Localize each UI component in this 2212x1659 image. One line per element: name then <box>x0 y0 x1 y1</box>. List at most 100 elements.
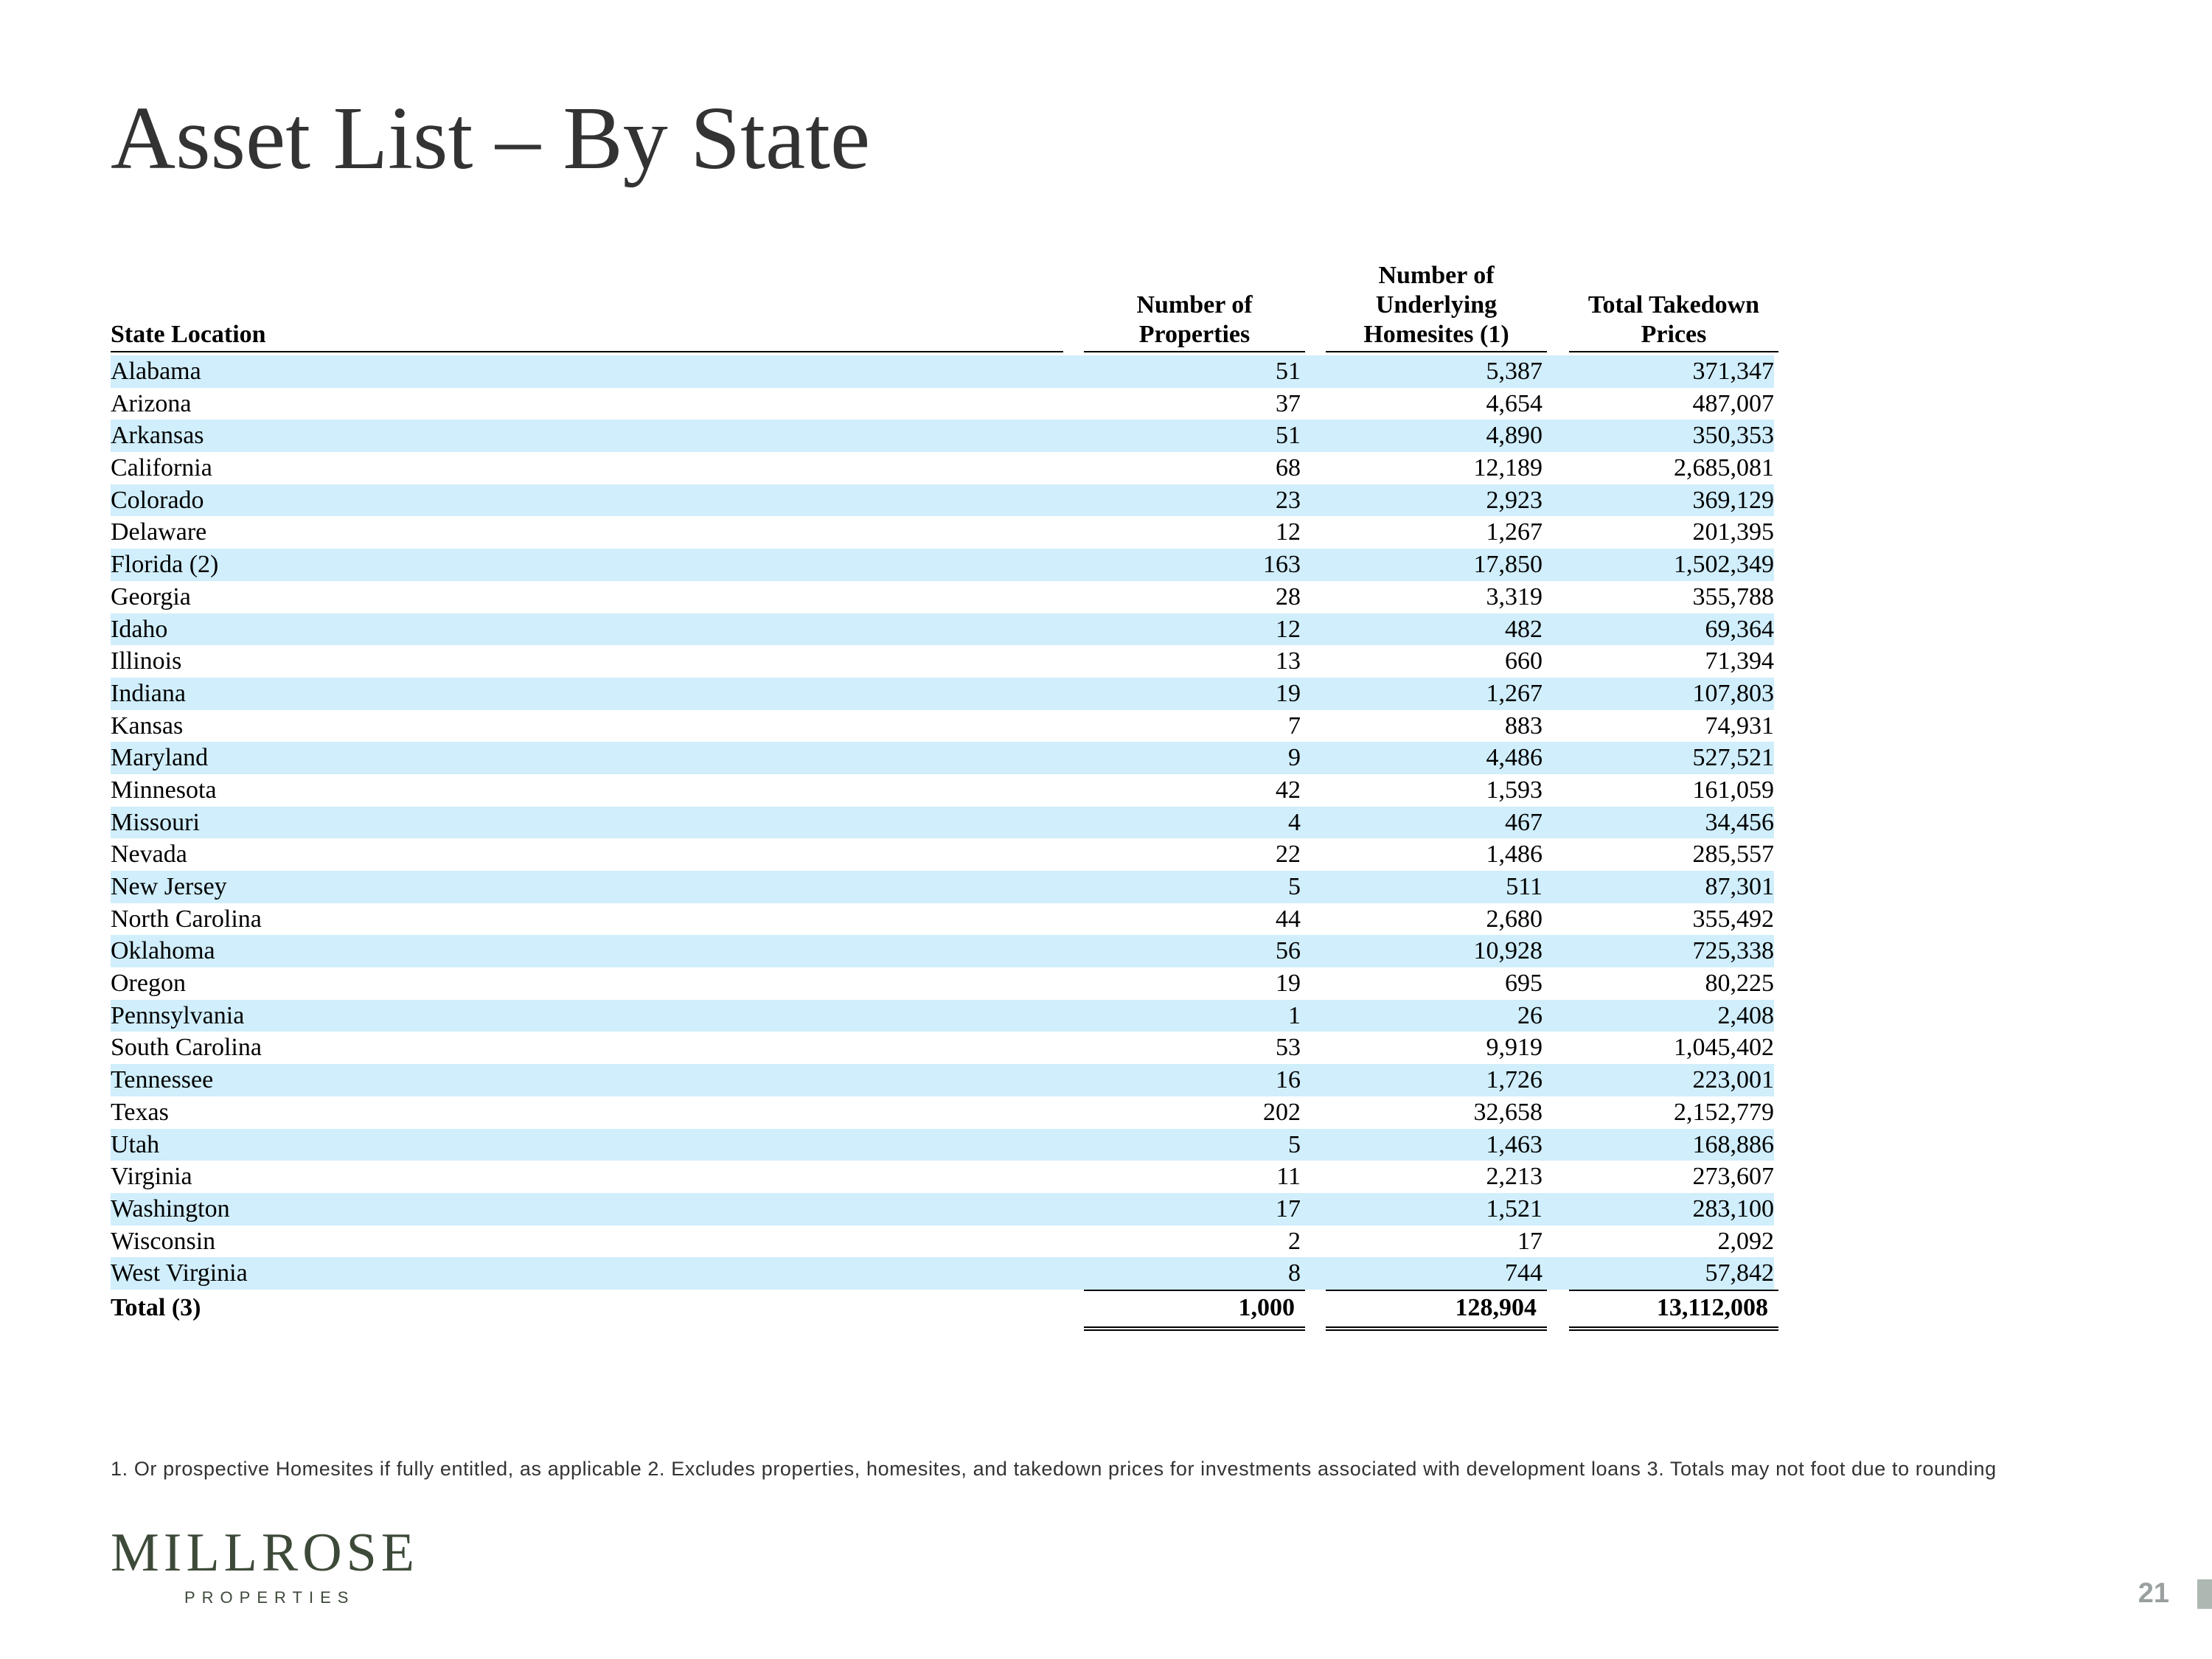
footnote: 1. Or prospective Homesites if fully ent… <box>111 1458 1997 1480</box>
state-cell: Missouri <box>111 808 200 836</box>
table-row: Missouri 4 467 34,456 <box>111 806 1774 839</box>
homesites-cell: 695 <box>1505 970 1543 998</box>
takedown-cell: 2,408 <box>1717 1001 1775 1029</box>
table-row: Minnesota 42 1,593 161,059 <box>111 774 1774 807</box>
homesites-cell: 26 <box>1517 1001 1543 1029</box>
state-cell: Washington <box>111 1194 230 1222</box>
properties-cell: 56 <box>1276 937 1301 965</box>
state-cell: Indiana <box>111 679 186 707</box>
takedown-cell: 1,045,402 <box>1674 1034 1774 1062</box>
takedown-cell: 1,502,349 <box>1674 551 1774 579</box>
table-row: Maryland 9 4,486 527,521 <box>111 742 1774 774</box>
properties-cell: 12 <box>1276 615 1301 643</box>
page-title: Asset List – By State <box>111 88 871 188</box>
table-header: State Location Number of Properties Numb… <box>111 258 1778 352</box>
takedown-cell: 168,886 <box>1692 1130 1775 1158</box>
properties-cell: 4 <box>1288 808 1301 836</box>
state-cell: Arkansas <box>111 422 204 450</box>
state-cell: Pennsylvania <box>111 1001 245 1029</box>
takedown-cell: 107,803 <box>1692 679 1775 707</box>
table-row: Florida (2) 163 17,850 1,502,349 <box>111 549 1774 581</box>
takedown-cell: 161,059 <box>1692 776 1775 804</box>
properties-cell: 7 <box>1288 712 1301 740</box>
state-cell: Texas <box>111 1098 169 1126</box>
state-cell: South Carolina <box>111 1034 262 1062</box>
table-row: Tennessee 16 1,726 223,001 <box>111 1064 1774 1096</box>
table-row: Delaware 12 1,267 201,395 <box>111 516 1774 549</box>
table-row: Utah 5 1,463 168,886 <box>111 1128 1775 1161</box>
homesites-cell: 1,267 <box>1486 679 1543 707</box>
takedown-cell: 69,364 <box>1705 615 1775 643</box>
takedown-cell: 2,152,779 <box>1674 1098 1774 1126</box>
state-cell: Delaware <box>111 518 207 546</box>
homesites-cell: 10,928 <box>1473 937 1543 965</box>
page-number-bar <box>2197 1579 2212 1609</box>
takedown-cell: 355,788 <box>1692 582 1775 611</box>
takedown-cell: 283,100 <box>1692 1194 1775 1222</box>
state-cell: Nevada <box>111 841 187 869</box>
table-row: Arizona 37 4,654 487,007 <box>111 388 1774 420</box>
table-row: Texas 202 32,658 2,152,779 <box>111 1096 1774 1129</box>
takedown-cell: 71,394 <box>1705 647 1775 675</box>
takedown-cell: 350,353 <box>1692 422 1775 450</box>
state-cell: Tennessee <box>111 1066 214 1094</box>
homesites-cell: 1,593 <box>1486 776 1543 804</box>
table-row: West Virginia 8 744 57,842 <box>111 1257 1774 1290</box>
properties-cell: 202 <box>1263 1098 1301 1126</box>
table-row: Pennsylvania 1 26 2,408 <box>111 999 1775 1032</box>
homesites-cell: 660 <box>1505 647 1543 675</box>
properties-cell: 23 <box>1276 486 1301 514</box>
homesites-cell: 482 <box>1505 615 1543 643</box>
total-homesites: 128,904 <box>1455 1293 1537 1321</box>
logo-subtitle: PROPERTIES <box>184 1588 355 1607</box>
properties-cell: 37 <box>1276 389 1301 417</box>
homesites-cell: 511 <box>1506 873 1543 900</box>
state-cell: New Jersey <box>111 873 227 900</box>
properties-cell: 68 <box>1276 454 1301 482</box>
page-number: 21 <box>2138 1578 2169 1609</box>
homesites-cell: 32,658 <box>1473 1098 1543 1126</box>
homesites-cell: 1,267 <box>1486 518 1543 546</box>
takedown-cell: 57,842 <box>1705 1259 1775 1287</box>
table-row: California 68 12,189 2,685,081 <box>111 452 1774 484</box>
properties-cell: 1 <box>1288 1001 1301 1029</box>
millrose-logo: MILLROSE PROPERTIES <box>111 1523 419 1607</box>
properties-cell: 19 <box>1276 970 1301 998</box>
takedown-cell: 273,607 <box>1692 1163 1775 1191</box>
table-row: Arkansas 51 4,890 350,353 <box>111 420 1775 453</box>
table-row: New Jersey 5 511 87,301 <box>111 871 1774 903</box>
properties-cell: 51 <box>1276 422 1301 450</box>
asset-table: State Location Number of Properties Numb… <box>111 258 1778 1331</box>
total-takedown: 13,112,008 <box>1656 1293 1768 1321</box>
header-state-location: State Location <box>111 320 1063 352</box>
properties-cell: 5 <box>1288 873 1301 900</box>
table-row: Kansas 7 883 74,931 <box>111 710 1774 742</box>
takedown-cell: 2,685,081 <box>1674 454 1774 482</box>
properties-cell: 9 <box>1288 744 1301 772</box>
table-row: Alabama 51 5,387 371,347 <box>111 355 1774 388</box>
properties-cell: 53 <box>1276 1034 1301 1062</box>
homesites-cell: 4,890 <box>1486 422 1543 450</box>
homesites-cell: 744 <box>1505 1259 1543 1287</box>
table-row: Idaho 12 482 69,364 <box>111 613 1774 646</box>
takedown-cell: 355,492 <box>1692 905 1775 933</box>
table-row: Virginia 11 2,213 273,607 <box>111 1161 1774 1193</box>
properties-cell: 2 <box>1288 1227 1301 1255</box>
table-row: Colorado 23 2,923 369,129 <box>111 484 1774 517</box>
properties-cell: 12 <box>1276 518 1301 546</box>
homesites-cell: 2,923 <box>1486 486 1543 514</box>
state-cell: Virginia <box>111 1163 192 1191</box>
homesites-cell: 1,521 <box>1486 1194 1543 1222</box>
state-cell: West Virginia <box>111 1259 248 1287</box>
homesites-cell: 9,919 <box>1486 1034 1543 1062</box>
properties-cell: 28 <box>1276 582 1301 611</box>
takedown-cell: 2,092 <box>1717 1227 1775 1255</box>
homesites-cell: 17 <box>1517 1227 1543 1255</box>
table-row: Indiana 19 1,267 107,803 <box>111 677 1775 710</box>
homesites-cell: 467 <box>1505 808 1543 836</box>
table-row: Georgia 28 3,319 355,788 <box>111 581 1774 613</box>
homesites-cell: 2,680 <box>1486 905 1543 933</box>
takedown-cell: 371,347 <box>1692 358 1775 385</box>
table-row: South Carolina 53 9,919 1,045,402 <box>111 1032 1774 1064</box>
table-row: North Carolina 44 2,680 355,492 <box>111 903 1774 936</box>
